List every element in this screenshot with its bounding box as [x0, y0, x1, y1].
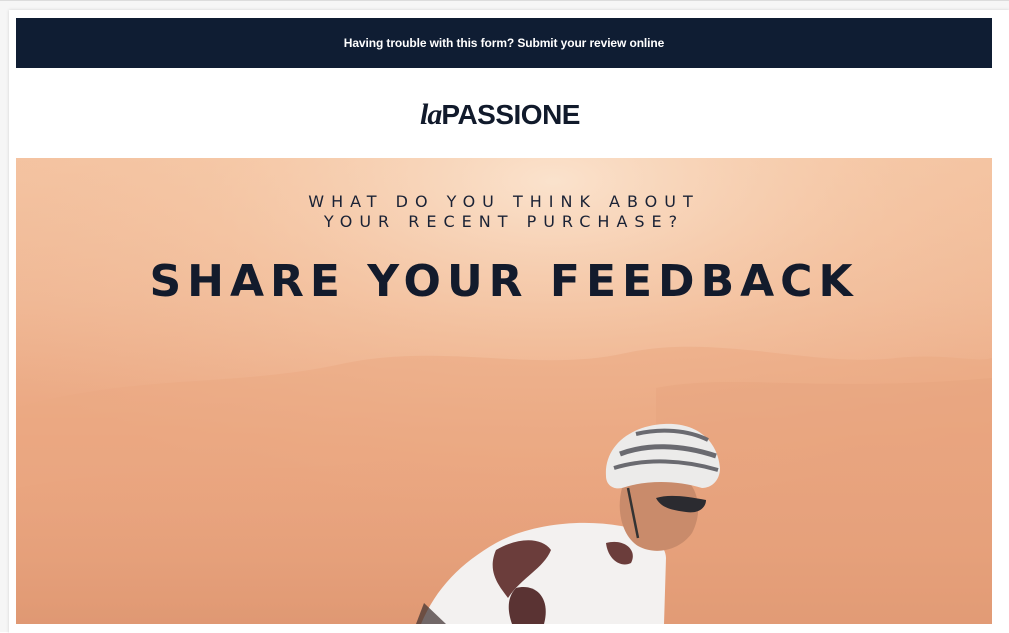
hero-headline: SHARE YOUR FEEDBACK — [149, 256, 859, 307]
online-review-banner: Having trouble with this form? Submit yo… — [16, 18, 992, 68]
submit-review-online-link[interactable]: Having trouble with this form? Submit yo… — [344, 36, 665, 50]
kicker-line-2: YOUR RECENT PURCHASE? — [323, 212, 685, 231]
hero-kicker: WHAT DO YOU THINK ABOUT YOUR RECENT PURC… — [16, 192, 992, 232]
email-viewport: Having trouble with this form? Submit yo… — [0, 0, 1009, 633]
kicker-line-1: WHAT DO YOU THINK ABOUT — [308, 192, 700, 211]
lapassione-logo[interactable]: laPASSIONE — [0, 95, 1000, 135]
logo-word-text: PASSIONE — [441, 99, 580, 130]
logo-script-text: la — [420, 98, 442, 131]
hero-banner: WHAT DO YOU THINK ABOUT YOUR RECENT PURC… — [16, 158, 992, 624]
